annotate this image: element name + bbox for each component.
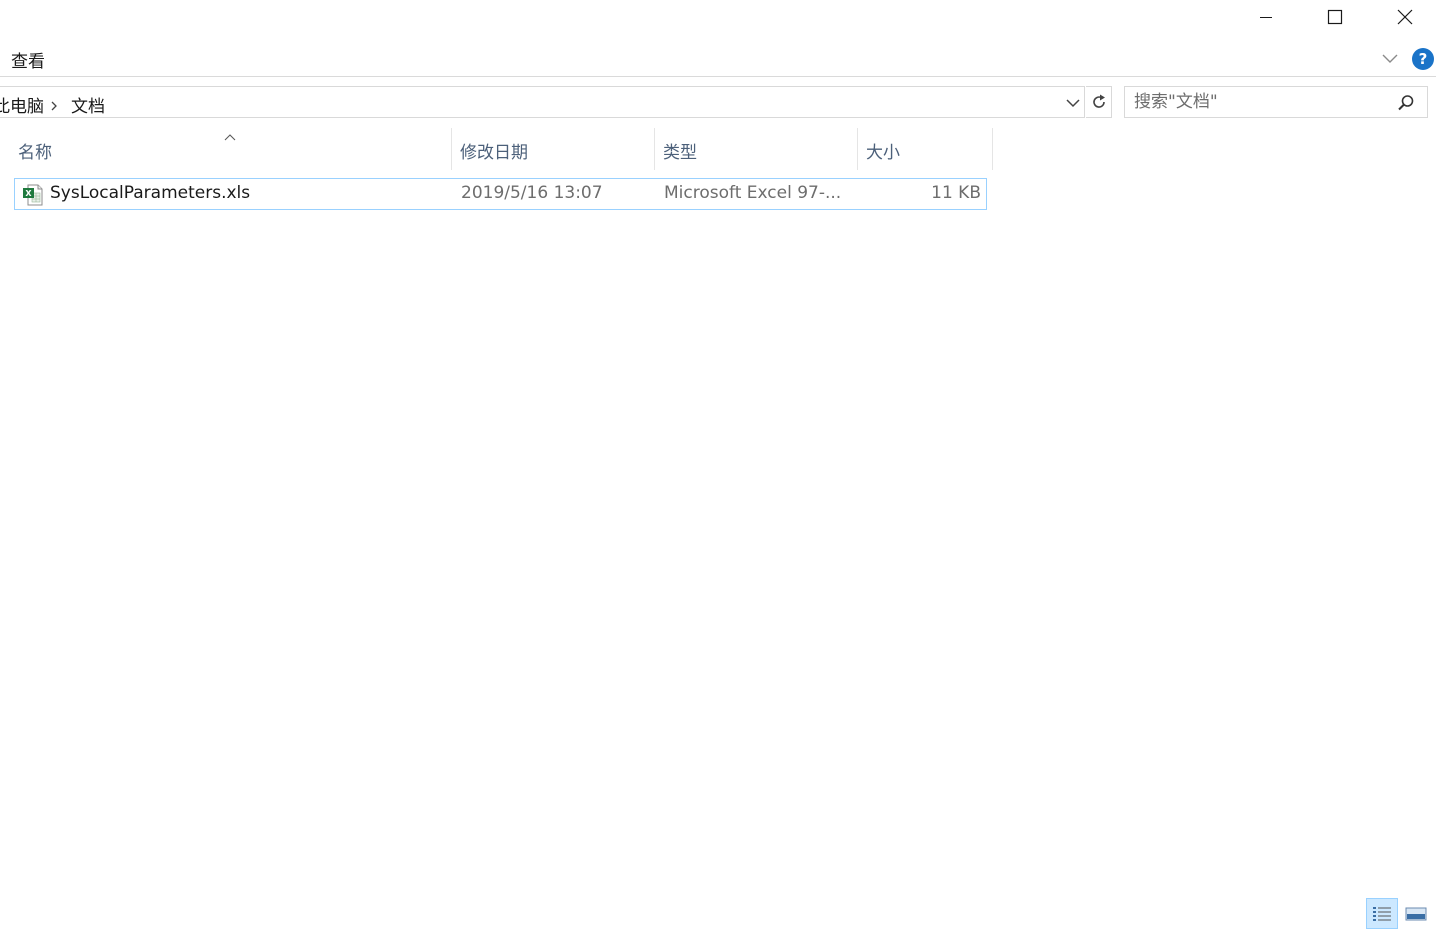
column-header-date-modified[interactable]: 修改日期: [452, 128, 655, 170]
column-header-date-label: 修改日期: [460, 143, 528, 163]
column-header-type[interactable]: 类型: [655, 128, 858, 170]
address-bar[interactable]: 此电脑 文档: [0, 86, 1085, 118]
column-header-size-label: 大小: [866, 143, 900, 163]
breadcrumb-documents[interactable]: 文档: [71, 92, 105, 117]
file-name: SysLocalParameters.xls: [50, 183, 251, 203]
file-explorer-window: 查看 ? 此电脑 文档 搜索"文档" 名称 修改日期 类型 大小 X SysLo…: [0, 0, 1436, 929]
chevron-down-icon: [1066, 99, 1080, 108]
chevron-down-icon: [1382, 54, 1398, 63]
minimize-icon: [1260, 17, 1272, 18]
breadcrumb-separator-icon[interactable]: [49, 97, 59, 116]
large-icons-view-button[interactable]: [1401, 900, 1431, 928]
minimize-button[interactable]: [1243, 0, 1289, 34]
chevron-right-icon: [51, 101, 57, 111]
tab-view[interactable]: 查看: [11, 47, 45, 72]
maximize-icon: [1327, 9, 1343, 25]
file-date-modified: 2019/5/16 13:07: [461, 183, 603, 203]
search-icon[interactable]: [1397, 94, 1415, 116]
maximize-button[interactable]: [1312, 0, 1358, 34]
details-view-icon: [1373, 906, 1391, 921]
svg-text:X: X: [25, 189, 32, 198]
file-type: Microsoft Excel 97-...: [664, 183, 842, 203]
details-view-button[interactable]: [1366, 898, 1398, 929]
sort-ascending-icon: [224, 128, 236, 147]
excel-file-icon: X: [21, 183, 45, 211]
column-header-size[interactable]: 大小: [858, 128, 993, 170]
search-input[interactable]: [1134, 90, 1384, 114]
file-row[interactable]: X SysLocalParameters.xls 2019/5/16 13:07…: [14, 178, 987, 210]
column-header-type-label: 类型: [663, 143, 697, 163]
close-button[interactable]: [1382, 0, 1428, 34]
refresh-icon: [1092, 94, 1105, 108]
ribbon: 查看 ?: [0, 42, 1436, 77]
help-icon[interactable]: ?: [1412, 48, 1434, 70]
refresh-button[interactable]: [1086, 86, 1112, 118]
file-size: 11 KB: [931, 183, 981, 203]
close-icon: [1397, 9, 1413, 25]
breadcrumb-this-pc[interactable]: 此电脑: [0, 92, 44, 117]
column-header-name-label: 名称: [18, 143, 52, 163]
large-icons-view-icon: [1405, 907, 1427, 921]
ribbon-expand-button[interactable]: [1381, 50, 1399, 69]
search-box: [1124, 86, 1428, 118]
address-history-dropdown[interactable]: [1065, 95, 1081, 114]
